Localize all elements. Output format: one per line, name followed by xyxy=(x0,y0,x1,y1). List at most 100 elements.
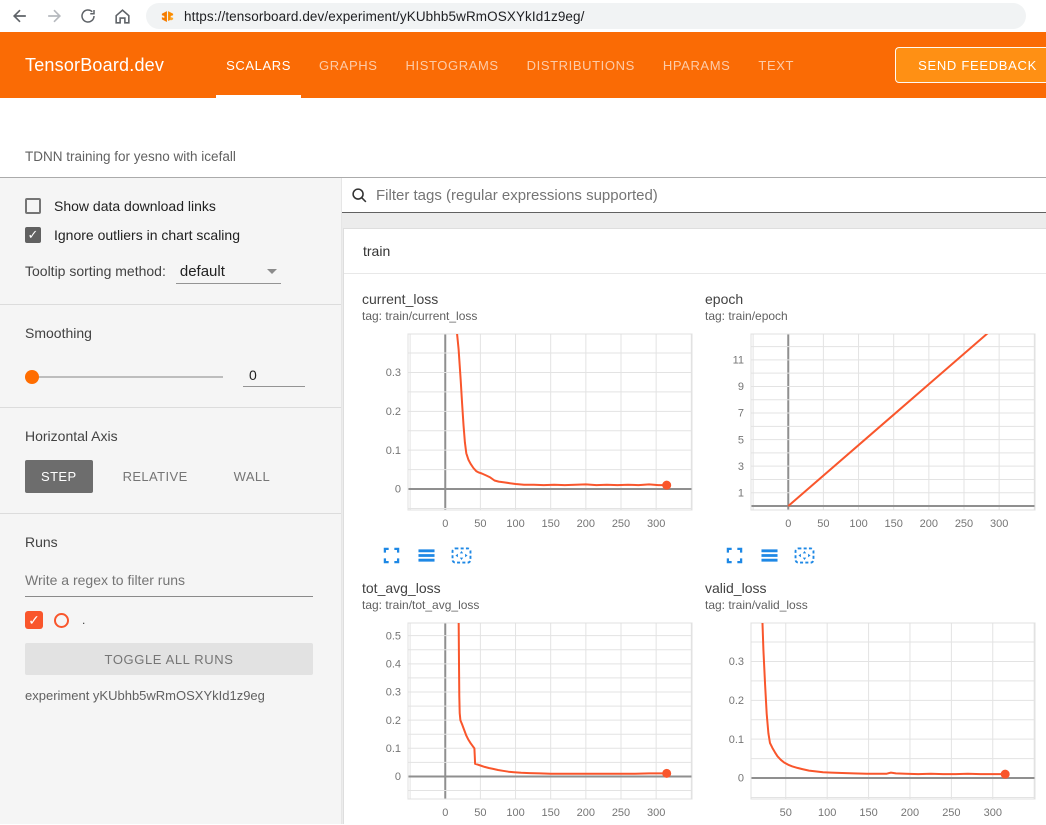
svg-text:11: 11 xyxy=(733,355,744,367)
forward-icon[interactable] xyxy=(44,6,64,26)
axis-step-button[interactable]: STEP xyxy=(25,460,93,493)
svg-text:200: 200 xyxy=(901,807,919,819)
tag-filter-input[interactable] xyxy=(376,187,1046,204)
tab-text[interactable]: TEXT xyxy=(744,32,808,98)
svg-text:150: 150 xyxy=(542,518,560,530)
svg-text:300: 300 xyxy=(984,807,1002,819)
svg-text:3: 3 xyxy=(738,461,744,473)
scalar-chart-plot[interactable]: 05010015020025030000.10.20.30.40.5 xyxy=(362,620,696,822)
svg-text:0.2: 0.2 xyxy=(386,406,401,418)
tag-filter-bar xyxy=(342,178,1046,213)
svg-text:0.2: 0.2 xyxy=(729,695,744,707)
runs-regex-input[interactable] xyxy=(25,566,313,597)
nav-tabs: SCALARS GRAPHS HISTOGRAMS DISTRIBUTIONS … xyxy=(212,32,808,98)
chart-title: tot_avg_loss xyxy=(362,580,696,596)
axis-wall-button[interactable]: WALL xyxy=(218,460,287,493)
data-table-icon[interactable] xyxy=(758,544,780,566)
svg-text:150: 150 xyxy=(542,807,560,819)
app-logo: TensorBoard.dev xyxy=(25,55,164,76)
scalar-chart-plot[interactable]: 05010015020025030000.10.20.3 xyxy=(362,331,696,533)
charts-grid: current_losstag: train/current_loss05010… xyxy=(344,274,1046,824)
checkbox-unchecked-icon[interactable] xyxy=(25,198,41,214)
svg-text:200: 200 xyxy=(577,807,595,819)
tab-graphs[interactable]: GRAPHS xyxy=(305,32,392,98)
reload-icon[interactable] xyxy=(78,6,98,26)
svg-text:250: 250 xyxy=(942,807,960,819)
chart-tag: tag: train/valid_loss xyxy=(705,598,1039,612)
tooltip-sorting-dropdown[interactable]: default xyxy=(176,263,281,284)
smoothing-slider[interactable] xyxy=(25,370,223,384)
svg-text:150: 150 xyxy=(885,518,903,530)
checkbox-checked-icon[interactable]: ✓ xyxy=(25,227,41,243)
dropdown-arrow-icon xyxy=(267,269,277,274)
tooltip-sorting-label: Tooltip sorting method: xyxy=(25,263,166,279)
tab-histograms[interactable]: HISTOGRAMS xyxy=(392,32,513,98)
svg-text:100: 100 xyxy=(818,807,836,819)
tab-hparams[interactable]: HPARAMS xyxy=(649,32,745,98)
experiment-id-note: experiment yKUbhb5wRmOSXYkId1z9eg xyxy=(25,688,313,703)
svg-text:100: 100 xyxy=(506,518,524,530)
chart-title: current_loss xyxy=(362,291,696,307)
svg-text:7: 7 xyxy=(738,408,744,420)
train-section-card: train current_losstag: train/current_los… xyxy=(343,228,1046,824)
svg-text:0.1: 0.1 xyxy=(729,734,744,746)
chart-card-tot_avg_loss: tot_avg_losstag: train/tot_avg_loss05010… xyxy=(362,580,696,824)
run-checkbox-checked-icon[interactable]: ✓ xyxy=(25,611,43,629)
svg-text:50: 50 xyxy=(780,807,792,819)
fit-domain-icon[interactable] xyxy=(793,544,815,566)
tab-scalars[interactable]: SCALARS xyxy=(212,32,305,98)
toggle-all-runs-button[interactable]: TOGGLE ALL RUNS xyxy=(25,643,313,675)
chart-actions xyxy=(362,544,696,566)
svg-text:0.4: 0.4 xyxy=(386,659,401,671)
slider-thumb[interactable] xyxy=(25,370,39,384)
section-header-train[interactable]: train xyxy=(344,229,1046,274)
horizontal-axis-label: Horizontal Axis xyxy=(25,428,313,444)
back-icon[interactable] xyxy=(10,6,30,26)
data-table-icon[interactable] xyxy=(415,544,437,566)
svg-text:0.1: 0.1 xyxy=(386,445,401,457)
svg-text:0.3: 0.3 xyxy=(729,656,744,668)
runs-label: Runs xyxy=(25,534,313,550)
fit-domain-icon[interactable] xyxy=(450,544,472,566)
axis-relative-button[interactable]: RELATIVE xyxy=(107,460,204,493)
slider-track[interactable] xyxy=(25,376,223,378)
svg-text:150: 150 xyxy=(859,807,877,819)
scalar-chart-plot[interactable]: 0501001502002503001357911 xyxy=(705,331,1039,533)
send-feedback-button[interactable]: SEND FEEDBACK xyxy=(895,47,1046,83)
run-name: . xyxy=(82,613,85,627)
fullscreen-icon[interactable] xyxy=(380,544,402,566)
svg-text:9: 9 xyxy=(738,381,744,393)
chart-actions xyxy=(705,544,1039,566)
svg-text:0: 0 xyxy=(395,484,401,496)
svg-text:0.5: 0.5 xyxy=(386,630,401,642)
svg-text:50: 50 xyxy=(817,518,829,530)
svg-text:5: 5 xyxy=(738,434,744,446)
scalar-chart-plot[interactable]: 5010015020025030000.10.20.3 xyxy=(705,620,1039,822)
tab-distributions[interactable]: DISTRIBUTIONS xyxy=(513,32,649,98)
svg-text:200: 200 xyxy=(577,518,595,530)
svg-text:250: 250 xyxy=(612,518,630,530)
chart-card-current_loss: current_losstag: train/current_loss05010… xyxy=(362,291,696,566)
search-icon xyxy=(351,187,368,204)
svg-text:300: 300 xyxy=(990,518,1008,530)
smoothing-value-field[interactable]: 0 xyxy=(243,367,305,387)
fullscreen-icon[interactable] xyxy=(723,544,745,566)
svg-text:300: 300 xyxy=(647,518,665,530)
settings-sidebar: Show data download links ✓ Ignore outlie… xyxy=(0,178,342,824)
svg-text:0.1: 0.1 xyxy=(386,743,401,755)
experiment-title: TDNN training for yesno with icefall xyxy=(25,149,236,164)
show-download-links-checkbox[interactable]: Show data download links xyxy=(25,198,313,214)
ignore-outliers-checkbox[interactable]: ✓ Ignore outliers in chart scaling xyxy=(25,227,313,243)
svg-text:50: 50 xyxy=(474,518,486,530)
svg-text:0.3: 0.3 xyxy=(386,687,401,699)
home-icon[interactable] xyxy=(112,6,132,26)
svg-text:0: 0 xyxy=(442,518,448,530)
main-pane: train current_losstag: train/current_los… xyxy=(342,178,1046,824)
chart-card-valid_loss: valid_losstag: train/valid_loss501001502… xyxy=(705,580,1039,824)
svg-text:200: 200 xyxy=(920,518,938,530)
svg-text:50: 50 xyxy=(474,807,486,819)
svg-text:300: 300 xyxy=(647,807,665,819)
svg-text:100: 100 xyxy=(506,807,524,819)
svg-text:0: 0 xyxy=(395,771,401,783)
address-bar[interactable]: https://tensorboard.dev/experiment/yKUbh… xyxy=(146,3,1026,29)
